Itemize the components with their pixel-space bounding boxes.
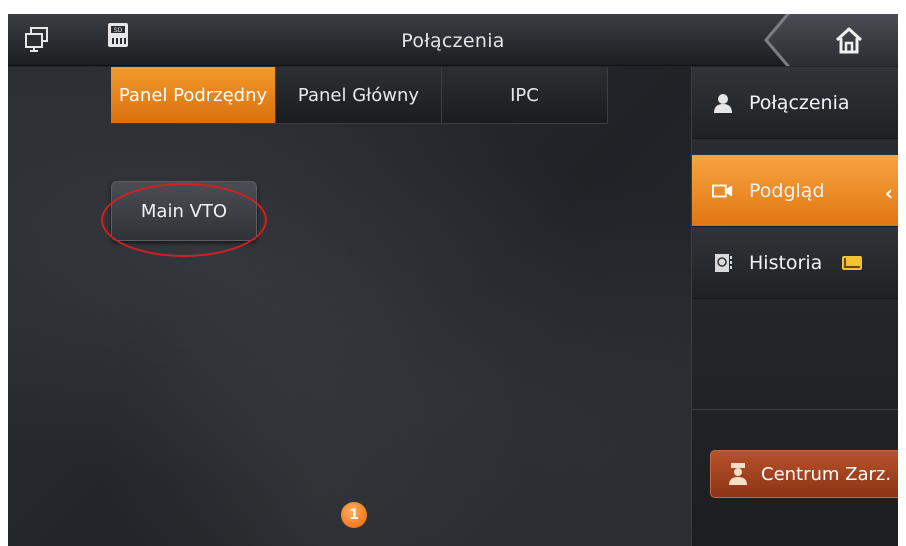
divider bbox=[692, 409, 898, 410]
home-button[interactable] bbox=[768, 14, 898, 66]
highlight-annotation bbox=[101, 183, 267, 257]
tab-panel-podrzedny[interactable]: Panel Podrzędny bbox=[111, 67, 276, 124]
admin-center-label: Centrum Zarz. bbox=[761, 463, 892, 485]
sidebar-item-historia[interactable]: Historia bbox=[692, 227, 898, 299]
main-content: Panel Podrzędny Panel Główny IPC Main VT… bbox=[8, 67, 691, 546]
sidebar-item-label: Połączenia bbox=[749, 91, 850, 114]
guard-icon bbox=[729, 463, 747, 485]
home-icon bbox=[835, 27, 863, 54]
camera-icon bbox=[712, 184, 733, 197]
top-bar: SD Połączenia bbox=[8, 14, 898, 66]
sidebar-item-label: Historia bbox=[749, 251, 823, 274]
sidebar-item-podglad[interactable]: Podgląd ‹ bbox=[692, 155, 898, 227]
person-icon bbox=[714, 93, 732, 113]
tab-panel-glowny[interactable]: Panel Główny bbox=[276, 67, 442, 124]
admin-center-button[interactable]: Centrum Zarz. bbox=[710, 450, 898, 498]
tab-ipc[interactable]: IPC bbox=[442, 67, 608, 124]
sidebar-item-label: Podgląd bbox=[749, 179, 825, 202]
chevron-left-icon: ‹ bbox=[884, 181, 893, 205]
page-title: Połączenia bbox=[401, 30, 505, 52]
tab-bar: Panel Podrzędny Panel Główny IPC bbox=[111, 67, 608, 124]
intercom-screen: SD Połączenia Panel Podrzędny Panel Głów… bbox=[8, 14, 898, 546]
sidebar: Połączenia Podgląd ‹ Historia Centrum Za… bbox=[691, 67, 898, 546]
sidebar-item-polaczenia[interactable]: Połączenia bbox=[692, 67, 898, 139]
page-indicator[interactable]: 1 bbox=[341, 502, 367, 528]
contacts-icon bbox=[715, 253, 732, 272]
mail-icon bbox=[842, 255, 863, 270]
